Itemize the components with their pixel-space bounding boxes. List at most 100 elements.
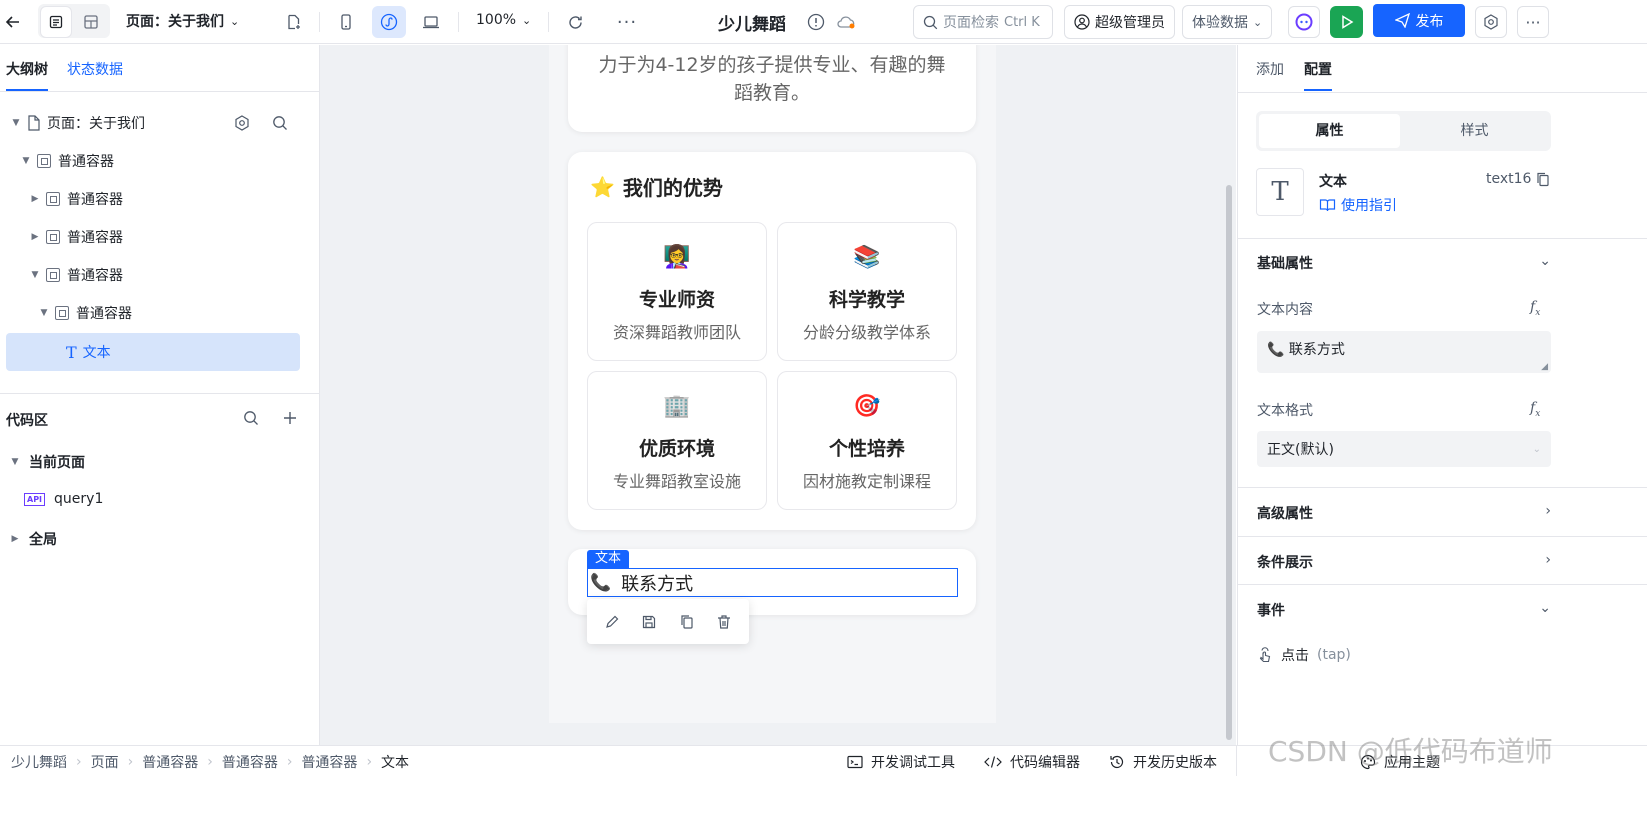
query-item[interactable]: API query1 (24, 491, 103, 507)
user-role-button[interactable]: 超级管理员 (1064, 5, 1175, 39)
cloud-sync-icon[interactable] (829, 6, 863, 38)
query-name: query1 (54, 491, 104, 507)
tab-config[interactable]: 配置 (1304, 59, 1332, 79)
intro-card[interactable]: 力于为4-12岁的孩子提供专业、有趣的舞蹈教育。 (568, 45, 976, 132)
tab-add[interactable]: 添加 (1256, 59, 1284, 79)
prop-style-segment: 属性 样式 (1256, 111, 1551, 151)
breadcrumb-item[interactable]: 普通容器 (222, 752, 278, 772)
chevron-down-icon: ⌄ (1539, 253, 1551, 269)
text-content-label: 文本内容 (1257, 302, 1313, 318)
advantage-item[interactable]: 👩‍🏫 专业师资 资深舞蹈教师团队 (587, 222, 767, 361)
more-icon[interactable]: ··· (610, 6, 644, 38)
debug-tools-label: 开发调试工具 (871, 755, 955, 771)
advantage-item[interactable]: 🎯 个性培养 因材施教定制课程 (777, 371, 957, 510)
zoom-selector[interactable]: 100% ⌄ (476, 12, 531, 28)
caret-right-icon: ▶ (11, 534, 19, 544)
segment-props[interactable]: 属性 (1259, 114, 1400, 148)
tree-node-container[interactable]: ▼ 普通容器 (6, 256, 300, 294)
zoom-level: 100% (476, 12, 517, 28)
section-title: 事件 (1257, 603, 1285, 619)
tree-label: 普通容器 (76, 306, 132, 322)
data-mode-select[interactable]: 体验数据 ⌄ (1182, 5, 1273, 39)
design-canvas[interactable]: 力于为4-12岁的孩子提供专业、有趣的舞蹈教育。 ⭐ 我们的优势 👩‍🏫 专业师… (320, 45, 1236, 745)
advantage-item[interactable]: 📚 科学教学 分龄分级教学体系 (777, 222, 957, 361)
search-icon[interactable] (243, 410, 259, 426)
active-tab-indicator (6, 89, 48, 91)
debug-tools-button[interactable]: 开发调试工具 (847, 752, 955, 772)
back-arrow-icon[interactable] (0, 6, 26, 38)
page-search-input[interactable]: 页面检索 Ctrl K (913, 5, 1053, 39)
mobile-preview-icon[interactable] (329, 6, 363, 38)
breadcrumb-item[interactable]: 文本 (381, 752, 409, 772)
settings-hex-icon[interactable] (1475, 6, 1507, 38)
fx-icon[interactable]: fx (1530, 400, 1540, 419)
copy-icon (1536, 172, 1550, 187)
miniprogram-preview-icon[interactable] (372, 6, 406, 38)
advantage-title: 专业师资 (638, 289, 715, 311)
breadcrumb-item[interactable]: 页面 (91, 752, 119, 772)
ai-assistant-icon[interactable] (1288, 6, 1320, 38)
tree-node-container[interactable]: ▶ 普通容器 (6, 218, 300, 256)
advantage-desc: 专业舞蹈教室设施 (612, 472, 741, 491)
tab-outline[interactable]: 大纲树 (6, 59, 48, 79)
code-group-global[interactable]: ▶ 全局 (11, 529, 57, 549)
outline-view-icon[interactable] (40, 6, 72, 38)
tree-node-container[interactable]: ▼ 普通容器 (6, 142, 300, 180)
fx-icon[interactable]: fx (1530, 299, 1540, 318)
save-icon[interactable] (641, 614, 657, 630)
text-content-input[interactable]: 📞 联系方式 ◢ (1257, 331, 1551, 373)
desktop-preview-icon[interactable] (414, 6, 448, 38)
run-button[interactable] (1330, 6, 1363, 38)
book-icon (1319, 198, 1336, 213)
chevron-right-icon: › (286, 754, 293, 770)
code-editor-button[interactable]: 代码编辑器 (984, 752, 1080, 772)
page-selector[interactable]: 页面：关于我们 ⌄ (126, 11, 239, 31)
add-page-icon[interactable] (277, 6, 311, 38)
segment-style[interactable]: 样式 (1404, 114, 1545, 148)
more-menu-icon[interactable]: ··· (1517, 6, 1549, 38)
code-area-title: 代码区 (6, 413, 48, 429)
tree-node-text-selected[interactable]: T 文本 (6, 333, 300, 371)
component-id[interactable]: text16 (1486, 171, 1550, 187)
caret-down-icon: ▼ (31, 270, 39, 280)
section-advanced[interactable]: 高级属性 › (1257, 503, 1551, 523)
chevron-down-icon: ⌄ (1539, 600, 1551, 616)
refresh-icon[interactable] (558, 6, 592, 38)
info-icon[interactable] (799, 6, 833, 38)
layout-view-icon[interactable] (75, 6, 107, 38)
section-title: 高级属性 (1257, 506, 1313, 522)
caret-down-icon: ▼ (12, 118, 20, 128)
contact-text-selected[interactable]: 📞 联系方式 (587, 568, 958, 597)
chevron-down-icon: ⌄ (1532, 443, 1541, 455)
phone-icon: 📞 (590, 572, 612, 593)
tree-node-container[interactable]: ▶ 普通容器 (6, 180, 300, 218)
text-format-select[interactable]: 正文(默认) ⌄ (1257, 431, 1551, 467)
section-condition[interactable]: 条件展示 › (1257, 552, 1551, 572)
advantages-card[interactable]: ⭐ 我们的优势 👩‍🏫 专业师资 资深舞蹈教师团队 📚 科学教学 分龄分级教学体… (568, 152, 976, 530)
breadcrumb-item[interactable]: 少儿舞蹈 (11, 752, 67, 772)
plus-icon[interactable] (282, 410, 298, 426)
tree-node-container[interactable]: ▼ 普通容器 (6, 294, 300, 332)
tab-state-data[interactable]: 状态数据 (67, 59, 123, 79)
active-tab-indicator (1304, 89, 1332, 91)
copy-icon[interactable] (679, 614, 695, 630)
edit-pencil-icon[interactable] (604, 614, 620, 630)
chevron-down-icon: ⌄ (522, 13, 532, 27)
breadcrumb-item[interactable]: 普通容器 (142, 752, 198, 772)
breadcrumb-item[interactable]: 普通容器 (301, 752, 357, 772)
advantage-item[interactable]: 🏢 优质环境 专业舞蹈教室设施 (587, 371, 767, 510)
settings-icon[interactable] (234, 115, 250, 131)
tree-label: 普通容器 (67, 230, 123, 246)
history-button[interactable]: 开发历史版本 (1109, 752, 1217, 772)
usage-guide-link[interactable]: 使用指引 (1319, 195, 1397, 215)
event-tap[interactable]: 点击 (tap) (1257, 645, 1351, 665)
code-group-current-page[interactable]: ▼ 当前页面 (11, 452, 85, 472)
section-events[interactable]: 事件 ⌄ (1257, 600, 1551, 620)
publish-button[interactable]: 发布 (1373, 4, 1465, 37)
search-icon[interactable] (272, 115, 288, 131)
section-basic-props[interactable]: 基础属性 ⌄ (1257, 253, 1551, 273)
advantage-desc: 分龄分级教学体系 (802, 323, 931, 342)
canvas-scrollbar[interactable] (1226, 185, 1232, 740)
delete-icon[interactable] (716, 614, 732, 630)
tree-node-page[interactable]: ▼ 页面：关于我们 (6, 104, 300, 142)
